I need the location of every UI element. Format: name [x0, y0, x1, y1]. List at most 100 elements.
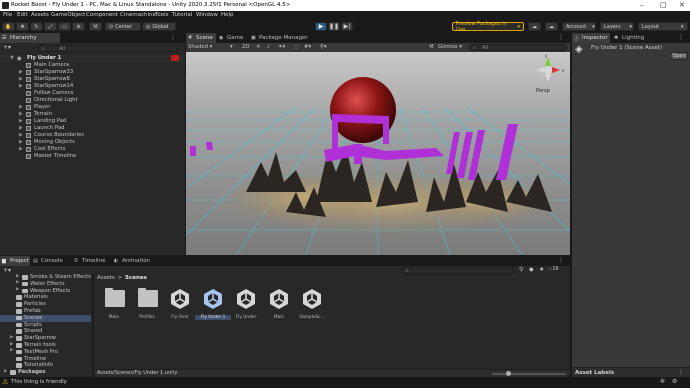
tab-console[interactable]: ▤ Console: [31, 256, 67, 266]
audio-toggle-icon[interactable]: ♪: [267, 44, 270, 50]
hierarchy-item[interactable]: Master Timeline: [0, 153, 185, 160]
expand-arrow-icon[interactable]: ▶: [16, 280, 19, 285]
more-options-icon[interactable]: ⋮: [558, 257, 564, 264]
project-tree-item[interactable]: Materials: [0, 294, 91, 301]
project-tree-item[interactable]: Prefab: [0, 308, 91, 315]
persp-toggle-icon[interactable]: ▾: [230, 44, 233, 50]
gizmos-dropdown[interactable]: Gizmos ▾: [438, 44, 462, 50]
hierarchy-item[interactable]: ▶ Player: [0, 104, 185, 111]
scene-asset[interactable]: SampleSc...: [298, 284, 326, 320]
expand-arrow-icon[interactable]: ▶: [19, 125, 23, 131]
expand-arrow-icon[interactable]: ▶: [16, 287, 19, 292]
scene-asset[interactable]: Fly Under: [232, 284, 260, 320]
transform-tool-button[interactable]: ⊕: [72, 22, 85, 31]
tab-timeline[interactable]: ⏱ Timeline: [72, 256, 108, 266]
menu-window[interactable]: Window: [196, 12, 218, 18]
project-tree-item[interactable]: ▶ Terrain tools: [0, 342, 91, 349]
collab-button[interactable]: ☁: [528, 22, 541, 31]
add-object-button[interactable]: +▾: [3, 44, 11, 51]
custom-tool-button[interactable]: ⚒: [89, 22, 102, 31]
project-tree-item[interactable]: TutorialInfo: [0, 362, 91, 369]
project-tree-item[interactable]: Timeline: [0, 356, 91, 363]
hierarchy-item[interactable]: ▶ StarSparrow33: [0, 69, 185, 76]
pivot-center-toggle[interactable]: ⊙ Center: [105, 22, 141, 31]
camera-settings-icon[interactable]: ⚲▾: [320, 44, 327, 50]
menu-help[interactable]: Help: [221, 12, 234, 18]
tab-animation[interactable]: ◐ Animation: [112, 256, 152, 266]
tab-game[interactable]: ◉ Game: [217, 33, 247, 43]
lighting-toggle-icon[interactable]: ☀: [256, 44, 261, 50]
more-options-icon[interactable]: ⋮: [170, 34, 176, 41]
services-button[interactable]: ☁: [545, 22, 558, 31]
expand-arrow-icon[interactable]: ▶: [19, 118, 23, 124]
tab-scene[interactable]: # Scene: [186, 33, 216, 43]
create-asset-button[interactable]: +▾: [3, 267, 11, 274]
project-search-input[interactable]: ⌕: [402, 267, 514, 274]
tab-lighting[interactable]: ✺ Lighting: [612, 33, 648, 43]
effects-toggle-icon[interactable]: ✦▾: [278, 44, 285, 50]
expand-arrow-icon[interactable]: ▶: [10, 348, 13, 353]
expand-arrow-icon[interactable]: ▶: [10, 342, 13, 347]
project-tree-item[interactable]: Shared: [0, 328, 91, 335]
breadcrumb-scenes[interactable]: Scenes: [125, 275, 147, 281]
global-local-toggle[interactable]: ◎ Global: [142, 22, 176, 31]
project-tree-item[interactable]: ▶ Smoke & Steam Effects: [0, 274, 91, 281]
icon-size-slider[interactable]: [492, 371, 566, 376]
scene-viewport[interactable]: Persp y x: [186, 52, 570, 255]
hidden-packages-toggle[interactable]: ◌16: [548, 266, 559, 272]
rotate-tool-button[interactable]: ↻: [30, 22, 43, 31]
scene-asset[interactable]: Fly Over: [166, 284, 194, 320]
expand-arrow-icon[interactable]: ▶: [19, 146, 23, 152]
rect-tool-button[interactable]: ▭: [58, 22, 71, 31]
scene-asset[interactable]: Main: [265, 284, 293, 320]
auto-generate-lighting-icon[interactable]: ✲: [660, 378, 665, 385]
project-tree-item[interactable]: Scenes: [0, 314, 91, 322]
project-tree-item[interactable]: ▶ StarSparrow: [0, 335, 91, 342]
project-tree-item[interactable]: ▶ Weapon Effects: [0, 287, 91, 295]
hierarchy-item[interactable]: ▶ Course Boundaries: [0, 132, 185, 139]
maximize-icon[interactable]: □: [660, 1, 667, 9]
move-tool-button[interactable]: ✥: [16, 22, 29, 31]
hand-tool-button[interactable]: ✋: [2, 22, 15, 31]
hierarchy-item[interactable]: Directional Light: [0, 97, 185, 104]
expand-arrow-icon[interactable]: ▶: [19, 83, 23, 89]
open-button[interactable]: Open: [670, 52, 688, 60]
play-button[interactable]: ▶: [315, 22, 327, 31]
search-by-label-icon[interactable]: ◆: [529, 266, 534, 273]
expand-arrow-icon[interactable]: ▶: [19, 69, 23, 75]
scene-root-row[interactable]: ▼ ◈ Fly Under 1 ⋮: [0, 55, 185, 62]
more-options-icon[interactable]: ⋮: [678, 369, 684, 376]
more-options-icon[interactable]: ⋮: [558, 34, 564, 41]
expand-arrow-icon[interactable]: ▶: [19, 76, 23, 82]
scene-orientation-gizmo[interactable]: Persp y x: [530, 53, 568, 98]
hierarchy-item[interactable]: ▶ StarSparrow8: [0, 76, 185, 83]
hierarchy-item[interactable]: ▶ StarSparrow14: [0, 83, 185, 90]
menu-gameobject[interactable]: GameObject: [51, 12, 85, 18]
tools-toggle-icon[interactable]: ⚒: [429, 44, 434, 50]
tab-package-manager[interactable]: ▣ Package Manager: [249, 33, 313, 43]
hierarchy-item[interactable]: ▶ Cool Effects: [0, 146, 185, 153]
more-options-icon[interactable]: ⋮: [678, 34, 684, 41]
menu-tools[interactable]: Tools: [155, 12, 169, 18]
menu-component[interactable]: Component: [86, 12, 118, 18]
menu-assets[interactable]: Assets: [31, 12, 49, 18]
tab-hierarchy[interactable]: ☰ Hierarchy: [0, 33, 60, 43]
tab-project[interactable]: ▆ Project: [0, 256, 30, 266]
grid-toggle-icon[interactable]: #▾: [304, 44, 311, 50]
menu-cinemachine[interactable]: Cinemachine: [120, 12, 156, 18]
hidden-objects-icon[interactable]: ◌: [294, 44, 299, 50]
expand-arrow-icon[interactable]: ▶: [4, 369, 7, 374]
project-tree-item[interactable]: Particles: [0, 301, 91, 308]
shading-dropdown[interactable]: Shaded ▾: [188, 44, 212, 50]
project-tree-item[interactable]: ▶ Packages: [0, 369, 91, 376]
close-icon[interactable]: ✕: [679, 1, 685, 9]
folder-asset[interactable]: Profiles: [133, 284, 161, 320]
account-dropdown[interactable]: Account ▾: [562, 22, 596, 31]
hierarchy-item[interactable]: Main Camera: [0, 62, 185, 69]
layout-dropdown[interactable]: Layout ▾: [638, 22, 688, 31]
folder-asset[interactable]: Main: [100, 284, 128, 320]
menu-edit[interactable]: Edit: [17, 12, 28, 18]
scene-asset[interactable]: Fly Under 1: [195, 284, 231, 320]
search-by-type-icon[interactable]: ⚲: [519, 266, 523, 273]
expand-arrow-icon[interactable]: ▶: [10, 335, 13, 340]
